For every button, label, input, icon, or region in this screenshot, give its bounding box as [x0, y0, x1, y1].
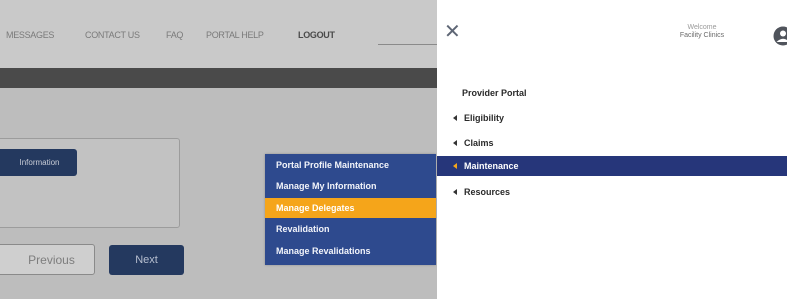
submenu-portal-profile-maintenance[interactable]: Portal Profile Maintenance — [265, 155, 436, 175]
menu-item-claims[interactable]: Claims — [437, 133, 787, 153]
close-icon[interactable]: ✕ — [444, 22, 461, 42]
portal-title: Provider Portal — [462, 88, 527, 98]
menu-item-eligibility[interactable]: Eligibility — [437, 108, 787, 128]
caret-left-icon — [453, 114, 457, 121]
submenu-manage-my-information[interactable]: Manage My Information — [265, 176, 436, 196]
menu-item-label: Eligibility — [464, 113, 505, 123]
nav-contact-us-link[interactable]: CONTACT US — [85, 30, 140, 40]
previous-button[interactable]: Previous — [0, 244, 95, 275]
menu-item-resources[interactable]: Resources — [437, 182, 787, 202]
logout-link[interactable]: LOGOUT — [298, 30, 335, 40]
welcome-name: Facility Clinics — [679, 32, 725, 39]
menu-item-label: Maintenance — [464, 161, 519, 171]
caret-left-icon — [453, 139, 457, 146]
submenu-revalidation[interactable]: Revalidation — [265, 219, 436, 239]
page-header-bar — [0, 68, 437, 88]
information-button[interactable]: Information — [0, 149, 77, 176]
page-background: MESSAGES CONTACT US FAQ PORTAL HELP LOGO… — [0, 0, 437, 299]
menu-item-label: Claims — [464, 138, 494, 148]
nav-underline — [378, 44, 437, 45]
caret-left-icon — [453, 162, 457, 169]
menu-item-maintenance[interactable]: Maintenance — [437, 156, 787, 176]
submenu-manage-delegates[interactable]: Manage Delegates — [265, 198, 436, 218]
nav-messages-link[interactable]: MESSAGES — [6, 30, 54, 40]
nav-faq-link[interactable]: FAQ — [166, 30, 183, 40]
user-icon[interactable] — [772, 26, 787, 46]
top-nav: MESSAGES CONTACT US FAQ PORTAL HELP LOGO… — [0, 0, 437, 68]
nav-portal-help-link[interactable]: PORTAL HELP — [206, 30, 264, 40]
welcome-block: Welcome Facility Clinics — [647, 24, 757, 39]
maintenance-submenu: Portal Profile Maintenance Manage My Inf… — [265, 154, 436, 265]
next-button[interactable]: Next — [109, 245, 184, 275]
menu-item-label: Resources — [464, 187, 511, 197]
caret-left-icon — [453, 188, 457, 195]
submenu-manage-revalidations[interactable]: Manage Revalidations — [265, 241, 436, 261]
side-panel: ✕ Welcome Facility Clinics Provider Port… — [437, 0, 787, 299]
welcome-label: Welcome — [687, 24, 717, 31]
